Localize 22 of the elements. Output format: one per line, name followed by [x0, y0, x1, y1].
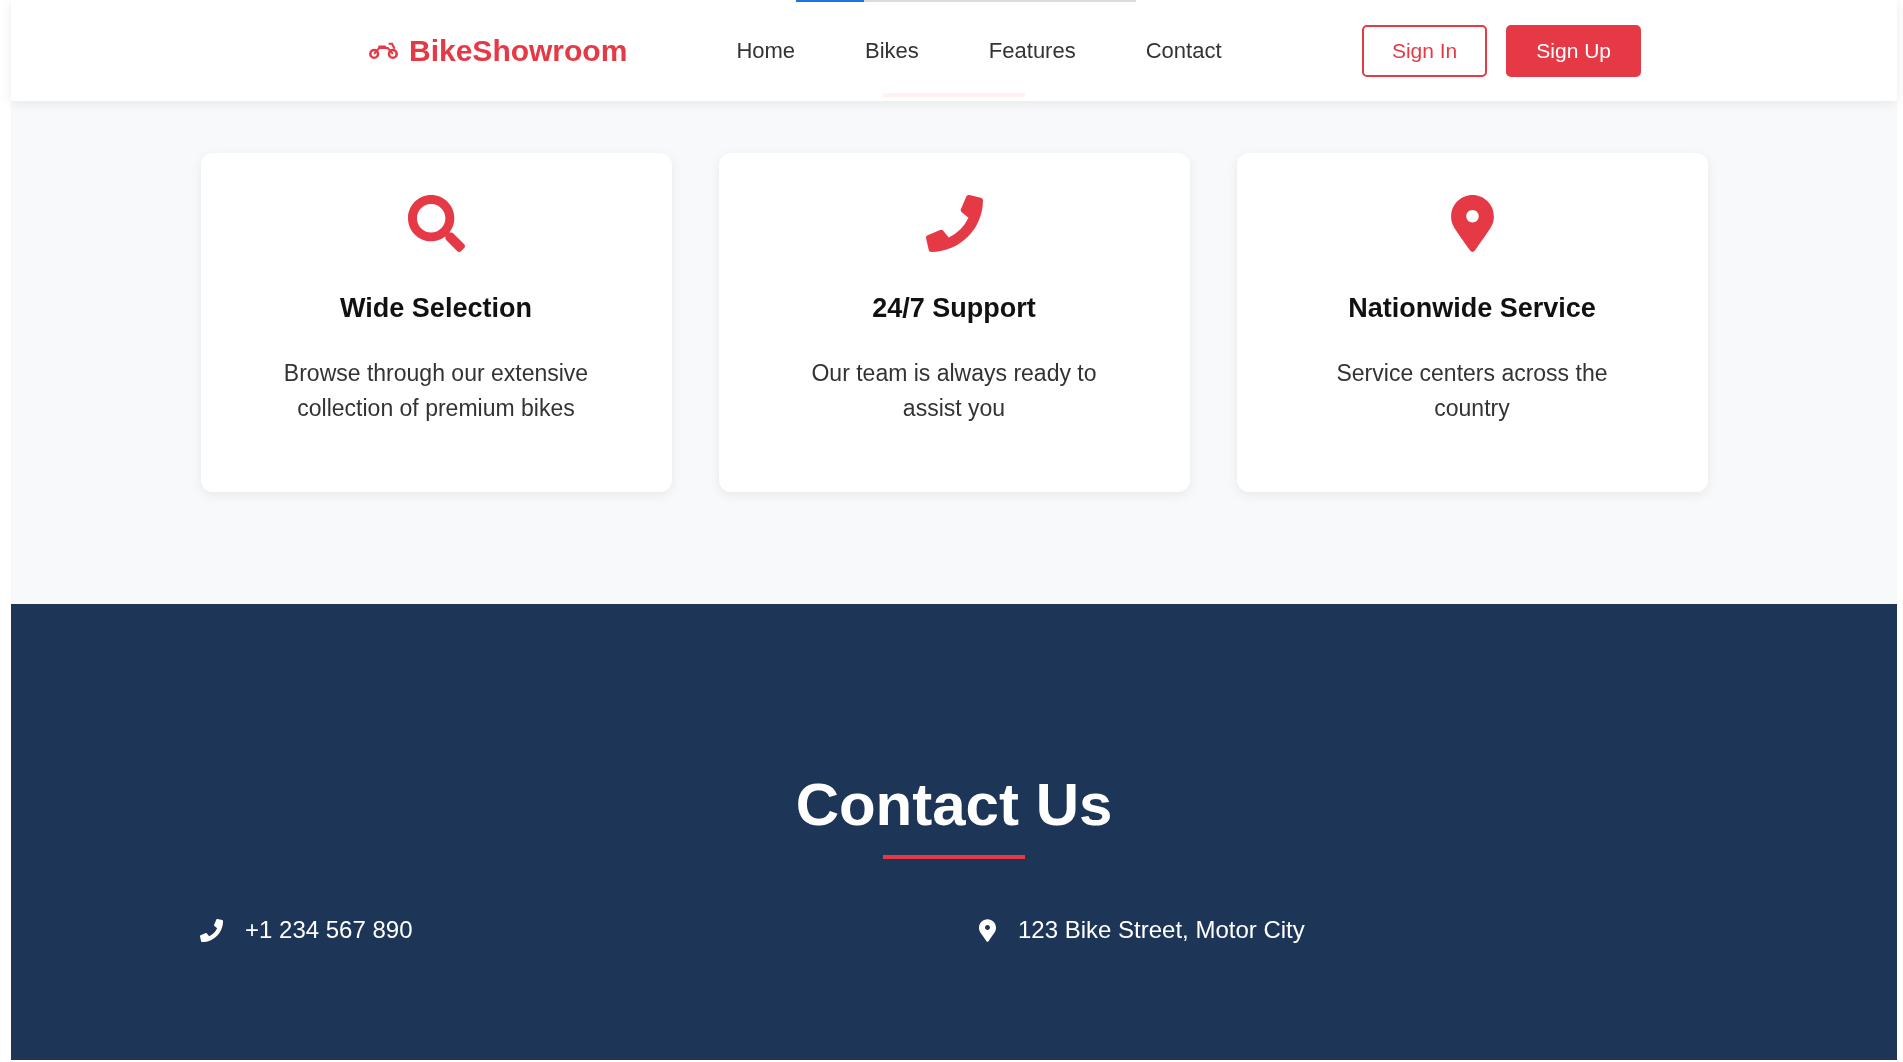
card-title: 24/7 Support	[872, 292, 1036, 325]
nav-link[interactable]: Contact	[1145, 35, 1222, 66]
logo-link[interactable]: BikeShowroom	[368, 32, 628, 69]
nav-link[interactable]: Features	[988, 35, 1076, 66]
phone-icon	[925, 195, 983, 252]
nav-link[interactable]: Bikes	[865, 35, 919, 66]
phone-icon	[200, 918, 223, 942]
header-button[interactable]: Sign Up	[1506, 24, 1641, 77]
card-description: Service centers across the country	[1335, 359, 1609, 423]
motorcycle-icon	[368, 42, 399, 59]
map-pin-icon	[979, 918, 996, 942]
section-heading: Contact Us	[795, 770, 1113, 840]
card-title: Nationwide Service	[1348, 292, 1596, 325]
phone-number: +1 234 567 890	[245, 915, 413, 945]
address-text: 123 Bike Street, Motor City	[1018, 915, 1305, 945]
card-description: Our team is always ready to assist you	[810, 359, 1098, 423]
nav-link[interactable]: Home	[736, 35, 796, 66]
map-pin-icon	[1450, 195, 1494, 252]
header-button[interactable]: Sign In	[1361, 24, 1488, 77]
card-title: Wide Selection	[340, 292, 532, 325]
card-description: Browse through our extensive collection of premium bikes	[282, 359, 590, 423]
search-icon	[407, 195, 465, 252]
